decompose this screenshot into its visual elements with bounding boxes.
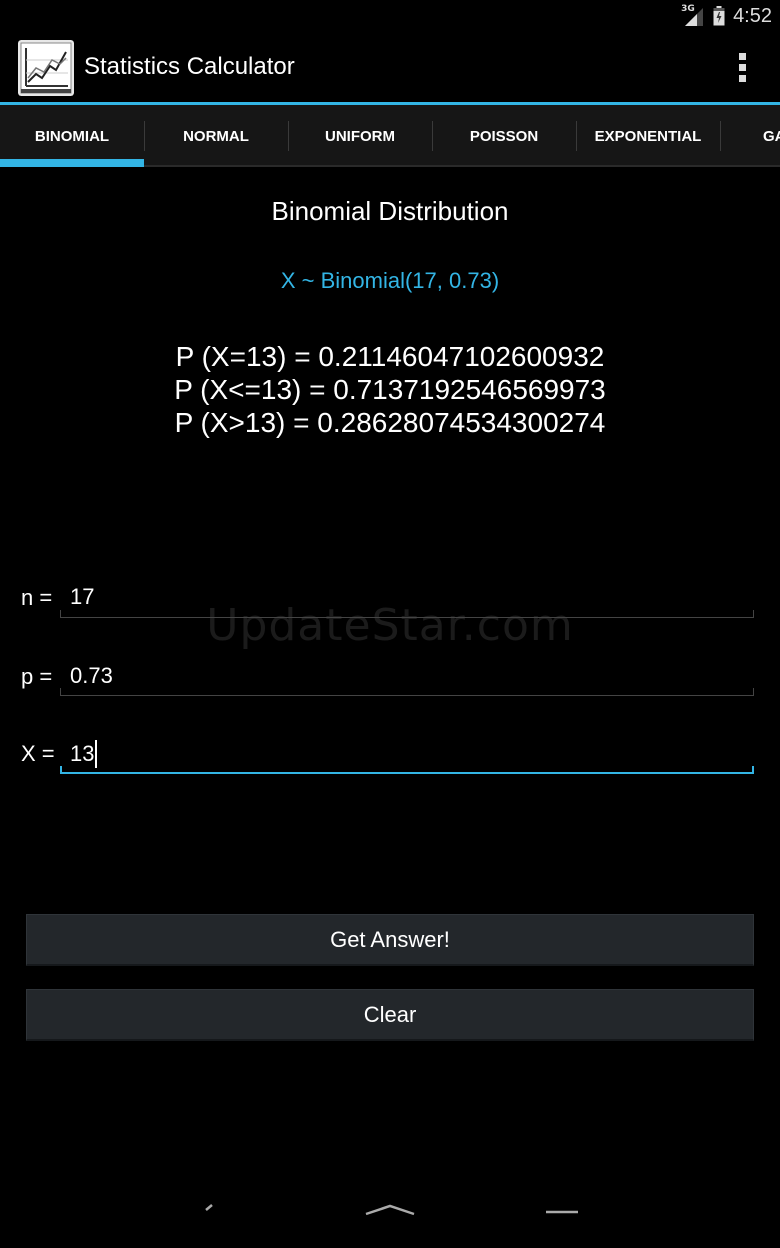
chart-icon[interactable] xyxy=(18,40,74,96)
overflow-dot xyxy=(738,52,746,60)
tab-uniform[interactable]: UNIFORM xyxy=(288,105,432,165)
tab-exponential[interactable]: EXPONENTIAL xyxy=(576,105,720,165)
recent-apps-icon[interactable] xyxy=(544,1204,580,1216)
result-less-equal: P (X<=13) = 0.7137192546569973 xyxy=(174,374,606,405)
home-icon[interactable] xyxy=(364,1204,416,1216)
n-label: n = xyxy=(21,585,53,610)
result-equal: P (X=13) = 0.21146047102600932 xyxy=(175,341,605,372)
page-title: Binomial Distribution xyxy=(271,196,509,226)
status-icons: 3G 4:52 xyxy=(681,0,772,32)
network-type: 3G xyxy=(681,4,695,14)
selected-tab-indicator xyxy=(0,159,144,167)
tab-binomial[interactable]: BINOMIAL xyxy=(0,105,144,165)
app-title: Statistics Calculator xyxy=(84,53,295,80)
clear-button[interactable]: Clear xyxy=(26,989,754,1041)
tab-gamma[interactable]: GA xyxy=(720,105,780,165)
overflow-dot xyxy=(738,63,746,71)
action-bar: Statistics Calculator xyxy=(0,32,780,102)
signal-icon: 3G xyxy=(681,4,705,26)
p-label: p = xyxy=(21,664,53,689)
results-panel: P (X=13) = 0.21146047102600932 P (X<=13)… xyxy=(0,340,780,439)
overflow-dot xyxy=(738,74,746,82)
get-answer-button[interactable]: Get Answer! xyxy=(26,914,754,966)
battery-icon xyxy=(713,6,725,26)
tab-normal[interactable]: NORMAL xyxy=(144,105,288,165)
tab-bar: BINOMIAL NORMAL UNIFORM POISSON EXPONENT… xyxy=(0,105,780,167)
p-input-underline xyxy=(60,688,754,696)
clock: 4:52 xyxy=(733,4,772,27)
tab-poisson[interactable]: POISSON xyxy=(432,105,576,165)
x-input-underline xyxy=(60,766,754,774)
text-cursor xyxy=(95,740,97,768)
n-input-underline xyxy=(60,610,754,618)
navigation-bar xyxy=(0,1200,780,1248)
distribution-formula: X ~ Binomial(17, 0.73) xyxy=(280,268,500,293)
back-icon[interactable] xyxy=(196,1204,216,1216)
result-greater: P (X>13) = 0.28628074534300274 xyxy=(174,407,606,438)
overflow-menu-icon[interactable] xyxy=(730,48,754,86)
status-bar: 3G 4:52 xyxy=(0,0,780,32)
x-label: X = xyxy=(21,741,55,766)
